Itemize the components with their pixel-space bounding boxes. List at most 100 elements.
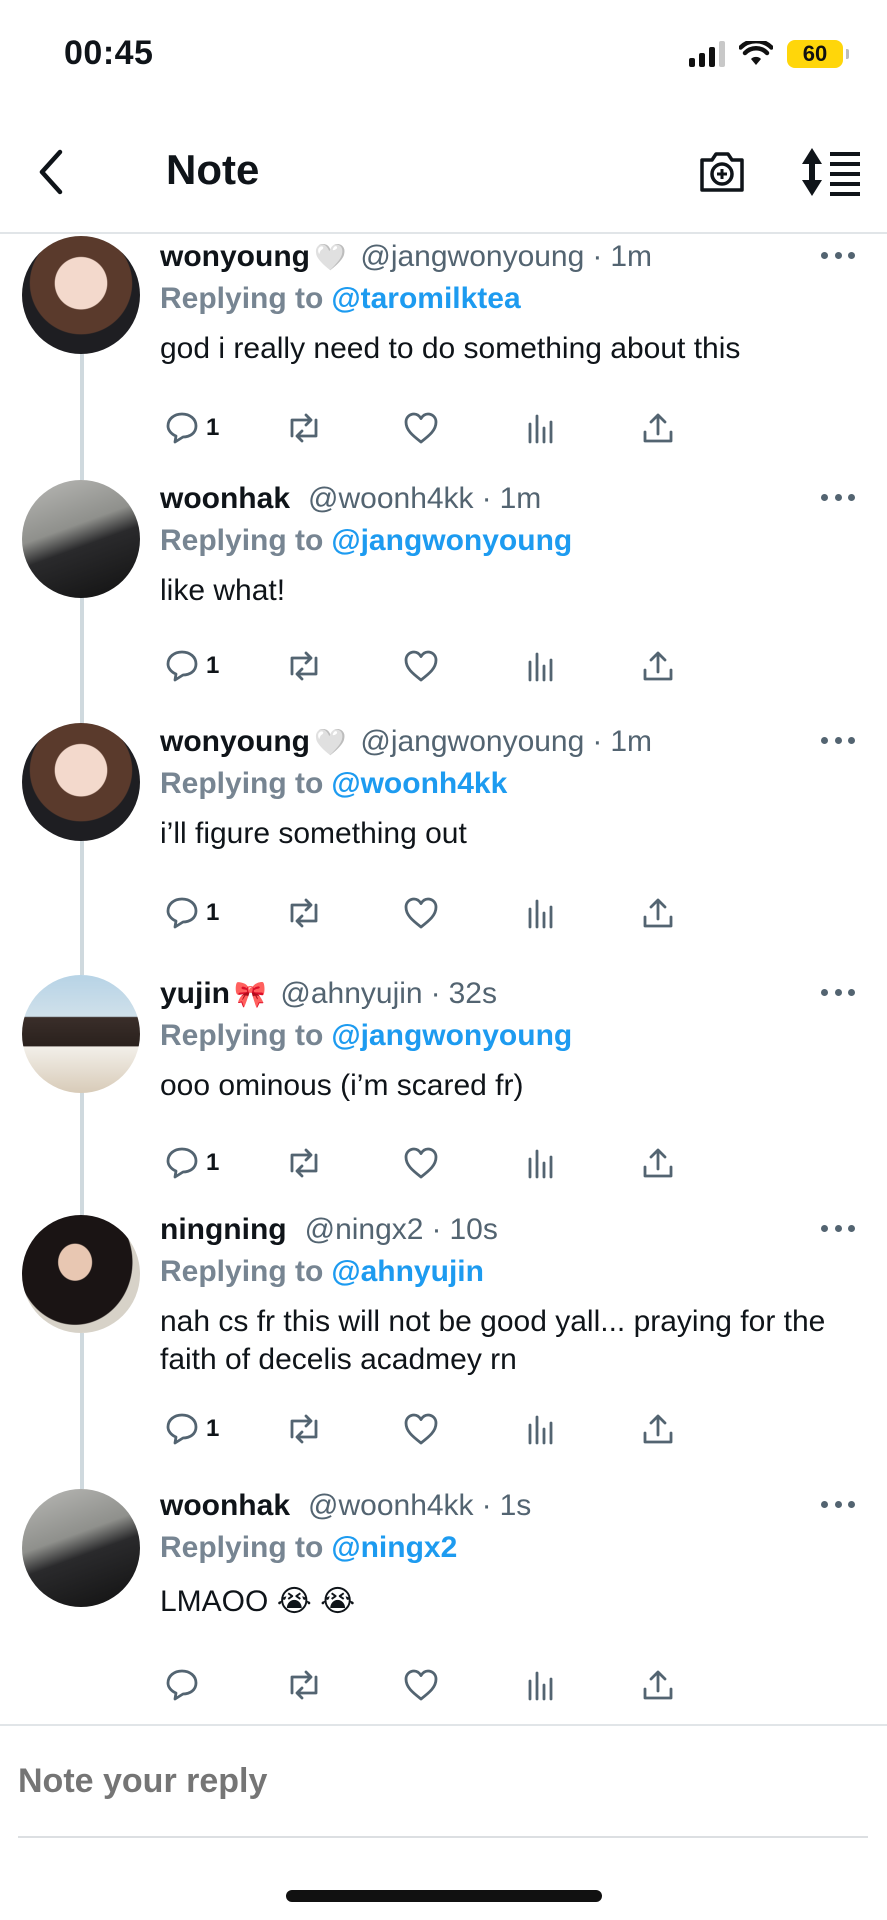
replying-to-label: Replying to bbox=[160, 1019, 324, 1052]
replying-to-label: Replying to bbox=[160, 524, 324, 557]
reply-button[interactable]: 1 bbox=[164, 408, 219, 448]
tweet-author-handle[interactable]: @woonh4kk bbox=[308, 482, 474, 516]
reply-mention-link[interactable]: @jangwonyoung bbox=[331, 1019, 572, 1052]
avatar[interactable] bbox=[22, 236, 140, 354]
like-button[interactable] bbox=[402, 646, 440, 686]
retweet-button[interactable] bbox=[284, 408, 324, 448]
separator-dot: · bbox=[430, 977, 441, 1010]
heart-icon bbox=[404, 1147, 438, 1179]
share-button[interactable] bbox=[640, 408, 676, 448]
tweet-author-name[interactable]: woonhak bbox=[160, 482, 290, 516]
like-button[interactable] bbox=[402, 408, 440, 448]
more-options-icon[interactable] bbox=[821, 252, 855, 262]
analytics-icon bbox=[528, 1671, 553, 1701]
like-button[interactable] bbox=[402, 1409, 440, 1449]
tweet-author-name[interactable]: ningning bbox=[160, 1213, 287, 1247]
avatar[interactable] bbox=[22, 480, 140, 598]
sort-icon[interactable] bbox=[800, 146, 862, 198]
replying-to: Replying to @woonh4kk bbox=[160, 763, 863, 805]
share-button[interactable] bbox=[640, 1665, 676, 1705]
reply-mention-link[interactable]: @ningx2 bbox=[331, 1531, 457, 1564]
more-options-icon[interactable] bbox=[821, 494, 855, 504]
name-emoji: 🤍 bbox=[313, 241, 347, 272]
reply-count: 1 bbox=[206, 1415, 220, 1442]
reply-mention-link[interactable]: @ahnyujin bbox=[331, 1255, 484, 1288]
battery-level: 60 bbox=[802, 41, 828, 66]
tweet[interactable]: wonyoung 🤍 @jangwonyoung · 1m Replying t… bbox=[0, 723, 887, 971]
more-options-icon[interactable] bbox=[821, 989, 855, 999]
avatar[interactable] bbox=[22, 723, 140, 841]
retweet-button[interactable] bbox=[284, 1143, 324, 1183]
tweet[interactable]: ningning @ningx2 · 10s Replying to @ahnyu… bbox=[0, 1209, 887, 1485]
thread: wonyoung 🤍 @jangwonyoung · 1m Replying t… bbox=[0, 236, 887, 1725]
avatar[interactable] bbox=[22, 975, 140, 1093]
retweet-button[interactable] bbox=[284, 893, 324, 933]
tweet-author-name[interactable]: yujin bbox=[160, 977, 230, 1011]
like-button[interactable] bbox=[402, 1665, 440, 1705]
share-button[interactable] bbox=[640, 893, 676, 933]
replying-to-label: Replying to bbox=[160, 282, 324, 315]
share-icon bbox=[643, 1414, 673, 1444]
tweet-author-handle[interactable]: @ahnyujin bbox=[280, 977, 422, 1011]
home-indicator[interactable] bbox=[286, 1890, 602, 1902]
separator-dot: · bbox=[592, 240, 603, 273]
views-button[interactable] bbox=[522, 408, 558, 448]
reply-mention-link[interactable]: @taromilktea bbox=[331, 282, 520, 315]
reply-button[interactable]: 1 bbox=[164, 1143, 219, 1183]
tweet-text: ooo ominous (i’m scared fr) bbox=[160, 1069, 524, 1102]
back-arrow-icon[interactable] bbox=[30, 146, 74, 198]
reply-mention-link[interactable]: @woonh4kk bbox=[331, 767, 507, 800]
tweet[interactable]: woonhak @woonh4kk · 1m Replying to @jangw… bbox=[0, 476, 887, 723]
more-options-icon[interactable] bbox=[821, 1501, 855, 1511]
analytics-icon bbox=[528, 899, 553, 929]
avatar[interactable] bbox=[22, 1215, 140, 1333]
replying-to: Replying to @taromilktea bbox=[160, 278, 863, 320]
camera-plus-icon[interactable] bbox=[696, 146, 748, 198]
views-button[interactable] bbox=[522, 646, 558, 686]
tweet-author-name[interactable]: wonyoung bbox=[160, 240, 310, 274]
tweet-author-handle[interactable]: @jangwonyoung bbox=[360, 240, 584, 274]
tweet-time: 1m bbox=[499, 482, 542, 515]
reply-icon bbox=[166, 1669, 198, 1701]
tweet-author-handle[interactable]: @jangwonyoung bbox=[360, 725, 584, 759]
reply-button[interactable]: 1 bbox=[164, 893, 219, 933]
retweet-icon bbox=[290, 651, 318, 681]
separator-dot: · bbox=[431, 1213, 442, 1246]
avatar[interactable] bbox=[22, 1489, 140, 1607]
reply-button[interactable] bbox=[164, 1665, 206, 1705]
share-icon bbox=[643, 1670, 673, 1700]
views-button[interactable] bbox=[522, 1143, 558, 1183]
tweet[interactable]: woonhak @woonh4kk · 1s Replying to @ningx… bbox=[0, 1485, 887, 1725]
views-button[interactable] bbox=[522, 1665, 558, 1705]
retweet-button[interactable] bbox=[284, 1409, 324, 1449]
tweet-author-handle[interactable]: @woonh4kk bbox=[308, 1489, 474, 1523]
share-button[interactable] bbox=[640, 646, 676, 686]
more-options-icon[interactable] bbox=[821, 1225, 855, 1235]
retweet-button[interactable] bbox=[284, 646, 324, 686]
reply-icon bbox=[166, 897, 198, 929]
tweet-text: like what! bbox=[160, 574, 286, 607]
reply-mention-link[interactable]: @jangwonyoung bbox=[331, 524, 572, 557]
retweet-button[interactable] bbox=[284, 1665, 324, 1705]
replying-to: Replying to @jangwonyoung bbox=[160, 520, 863, 562]
share-button[interactable] bbox=[640, 1409, 676, 1449]
tweet-author-handle[interactable]: @ningx2 bbox=[305, 1213, 424, 1247]
like-button[interactable] bbox=[402, 1143, 440, 1183]
tweet[interactable]: yujin 🎀 @ahnyujin · 32s Replying to @jang… bbox=[0, 971, 887, 1209]
tweet-text: LMAOO 😭 😭 bbox=[160, 1585, 356, 1618]
heart-icon bbox=[404, 1413, 438, 1445]
more-options-icon[interactable] bbox=[821, 737, 855, 747]
views-button[interactable] bbox=[522, 893, 558, 933]
reply-button[interactable]: 1 bbox=[164, 1409, 219, 1449]
tweet-author-name[interactable]: wonyoung bbox=[160, 725, 310, 759]
share-button[interactable] bbox=[640, 1143, 676, 1183]
tweet-actions: 1 bbox=[160, 646, 860, 686]
tweet[interactable]: wonyoung 🤍 @jangwonyoung · 1m Replying t… bbox=[0, 236, 887, 476]
like-button[interactable] bbox=[402, 893, 440, 933]
reply-count: 1 bbox=[206, 1149, 220, 1176]
tweet-author-name[interactable]: woonhak bbox=[160, 1489, 290, 1523]
thread-line bbox=[80, 841, 84, 971]
views-button[interactable] bbox=[522, 1409, 558, 1449]
reply-input[interactable] bbox=[18, 1762, 868, 1801]
reply-button[interactable]: 1 bbox=[164, 646, 219, 686]
